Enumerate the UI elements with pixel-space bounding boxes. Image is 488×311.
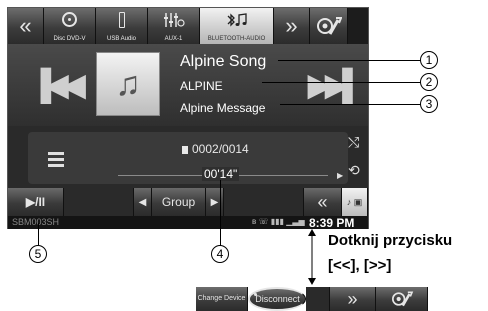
- artist-name: ALPINE: [180, 79, 223, 93]
- callout-leader-4: [220, 180, 221, 246]
- source-disc-button[interactable]: Disc DVD-V: [44, 8, 96, 44]
- disc-icon: [44, 12, 95, 27]
- source-label: Disc DVD-V: [53, 36, 86, 42]
- bluetooth-audio-icon: [200, 12, 273, 31]
- phone-icon: ☏: [258, 217, 269, 226]
- play-status-icon: ▶: [337, 171, 344, 180]
- next-page-button[interactable]: »: [330, 287, 376, 311]
- track-area: 0002/0014 00'14" ▶ ⤭ ⟲: [8, 126, 368, 188]
- callout-leader-5: [38, 223, 39, 245]
- callout-3: 3: [420, 95, 438, 113]
- group-next-button[interactable]: ▶: [206, 188, 224, 216]
- callout-2: 2: [420, 73, 438, 91]
- control-bar: ▶/II ◀ Group ▶ « ♪ ▣: [8, 188, 368, 216]
- callout-4: 4: [211, 245, 229, 263]
- source-bar: « Disc DVD-V USB Audio AUX-1 BLUETOOTH-A…: [8, 8, 368, 44]
- previous-track-button[interactable]: ▐◀◀: [30, 68, 85, 103]
- signal-icon: ▁▃▅: [286, 217, 305, 226]
- display-mode-button[interactable]: ♪ ▣: [342, 188, 368, 216]
- control-bar-spacer: [64, 188, 134, 216]
- double-chevron-left-icon: «: [317, 191, 328, 212]
- lower-bar-spacer: [306, 287, 330, 311]
- skip-next-icon: ▶▶▌: [308, 69, 363, 102]
- shuffle-icon[interactable]: ⤭: [348, 134, 359, 151]
- callout-leader-3: [280, 104, 422, 105]
- file-icon: [182, 145, 188, 154]
- skip-previous-icon: ▐◀◀: [30, 69, 85, 102]
- double-chevron-left-icon: «: [19, 13, 32, 38]
- change-device-button[interactable]: Change Device: [196, 287, 248, 311]
- album-name: Alpine Message: [180, 101, 266, 115]
- display-mode-icon: ♪ ▣: [346, 196, 363, 207]
- instruction-buttons: [<<], [>>]: [328, 257, 392, 274]
- source-label: BLUETOOTH-AUDIO: [207, 36, 266, 42]
- now-playing-info: ▐◀◀ ♫ Alpine Song ALPINE Alpine Message …: [8, 44, 368, 126]
- elapsed-time: 00'14": [202, 167, 240, 181]
- source-label: AUX-1: [164, 36, 183, 42]
- alternate-function-bar: Change Device Disconnect »: [196, 287, 428, 311]
- battery-icon: ▮▮▮: [270, 217, 284, 226]
- callout-leader-1: [278, 60, 422, 61]
- control-bar-spacer: [224, 188, 304, 216]
- double-chevron-right-icon: »: [285, 13, 298, 38]
- album-art: ♫: [96, 52, 160, 116]
- group-prev-button[interactable]: ◀: [134, 188, 152, 216]
- group-label: Group: [152, 188, 206, 216]
- triangle-right-icon: ▶: [210, 196, 219, 208]
- usb-icon: [96, 12, 147, 28]
- double-chevron-right-icon: »: [347, 288, 358, 309]
- list-icon[interactable]: [48, 152, 64, 170]
- track-number-text: 0002/0014: [192, 142, 249, 156]
- source-usb-button[interactable]: USB Audio: [96, 8, 148, 44]
- double-arrow-icon: [308, 229, 316, 285]
- track-number: 0002/0014: [182, 142, 249, 156]
- source-bluetooth-audio-button[interactable]: BLUETOOTH-AUDIO: [200, 8, 274, 44]
- setup-icon: [316, 17, 342, 35]
- instruction-text: Dotknij przycisku: [328, 232, 453, 249]
- previous-page-button[interactable]: «: [8, 8, 44, 44]
- source-label: USB Audio: [106, 36, 137, 42]
- bluetooth-icon: ʙ: [252, 217, 257, 226]
- more-options-button[interactable]: «: [304, 188, 342, 216]
- track-panel: [28, 132, 348, 184]
- source-aux-button[interactable]: AUX-1: [148, 8, 200, 44]
- setup-button[interactable]: [310, 8, 348, 44]
- disconnect-button[interactable]: Disconnect: [248, 287, 306, 311]
- repeat-icon[interactable]: ⟲: [348, 162, 360, 179]
- aux-icon: [148, 12, 199, 31]
- device-name: SBM003SH: [12, 217, 60, 227]
- next-page-button[interactable]: »: [274, 8, 310, 44]
- next-track-button[interactable]: ▶▶▌: [308, 68, 363, 103]
- setup-icon: [391, 291, 413, 307]
- play-pause-button[interactable]: ▶/II: [8, 188, 64, 216]
- audio-screen: « Disc DVD-V USB Audio AUX-1 BLUETOOTH-A…: [7, 7, 369, 230]
- triangle-left-icon: ◀: [138, 196, 147, 208]
- callout-1: 1: [420, 51, 438, 69]
- connection-status-icons: ʙ ☏ ▮▮▮ ▁▃▅: [252, 217, 305, 226]
- song-title: Alpine Song: [180, 53, 267, 70]
- setup-button[interactable]: [376, 287, 428, 311]
- callout-leader-2: [262, 82, 422, 83]
- callout-5: 5: [29, 245, 47, 263]
- music-note-icon: ♫: [115, 64, 141, 103]
